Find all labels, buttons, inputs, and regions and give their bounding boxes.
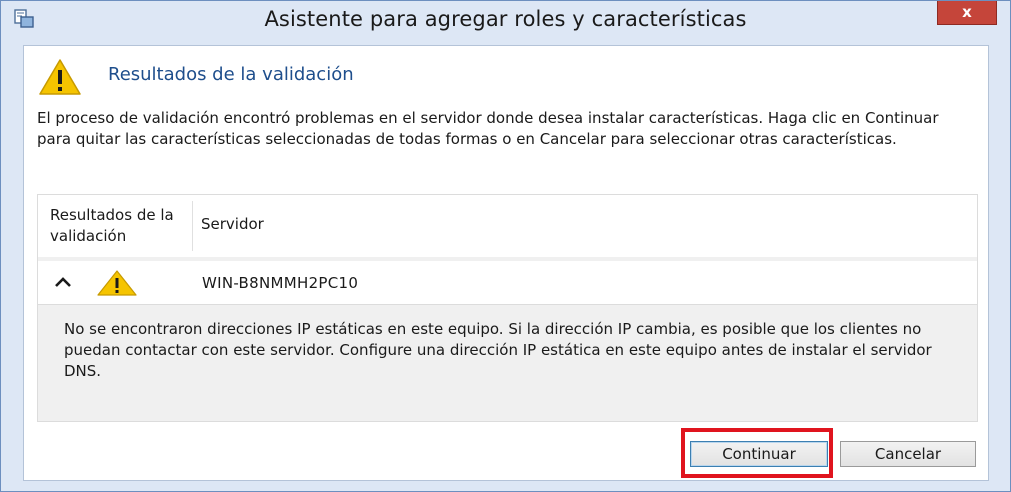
close-icon: x xyxy=(962,3,972,21)
intro-text: El proceso de validación encontró proble… xyxy=(37,109,939,148)
result-group: WIN-B8NMMH2PC10 No se encontraron direcc… xyxy=(38,261,977,421)
column-header-results[interactable]: Resultados de la validación xyxy=(50,205,200,247)
chevron-up-icon[interactable] xyxy=(52,273,74,293)
cancel-button[interactable]: Cancelar xyxy=(840,441,976,467)
wizard-window: Asistente para agregar roles y caracterí… xyxy=(0,0,1011,492)
warning-icon xyxy=(97,270,137,296)
result-group-header[interactable]: WIN-B8NMMH2PC10 xyxy=(38,261,977,305)
title-bar[interactable]: Asistente para agregar roles y caracterí… xyxy=(1,1,1010,37)
close-button[interactable]: x xyxy=(937,1,997,25)
warning-icon xyxy=(39,59,81,95)
server-name: WIN-B8NMMH2PC10 xyxy=(202,274,359,292)
window-title: Asistente para agregar roles y caracterí… xyxy=(264,7,747,31)
column-divider xyxy=(192,201,193,251)
dialog-content: Resultados de la validación El proceso d… xyxy=(23,45,989,481)
results-column-header: Resultados de la validación Servidor xyxy=(38,195,977,257)
validation-message: No se encontraron direcciones IP estátic… xyxy=(64,320,932,380)
validation-results-panel: Resultados de la validación Servidor WIN… xyxy=(37,194,978,422)
page-title: Resultados de la validación xyxy=(108,64,354,85)
continue-button[interactable]: Continuar xyxy=(690,441,828,467)
column-header-server[interactable]: Servidor xyxy=(201,215,264,233)
